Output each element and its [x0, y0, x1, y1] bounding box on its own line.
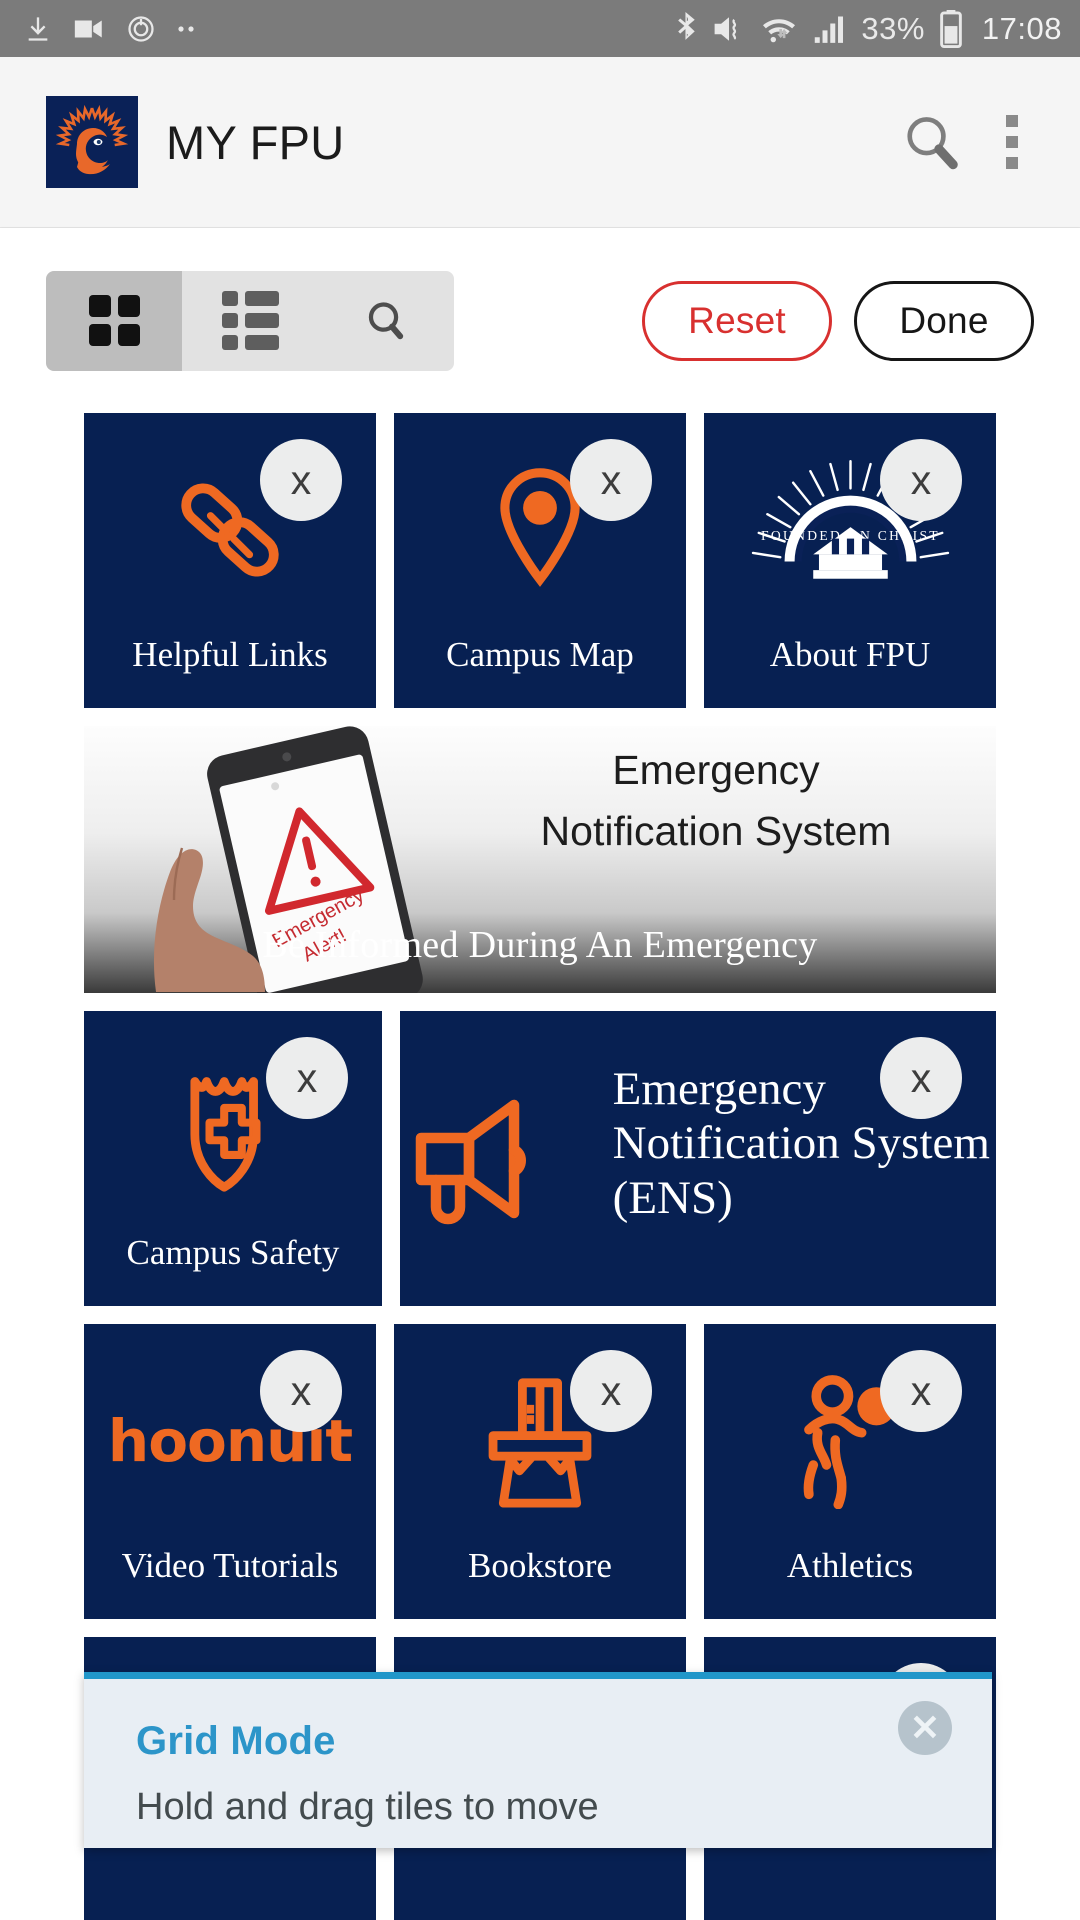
close-icon: x [910, 1054, 932, 1101]
video-recorder-icon [74, 20, 102, 37]
tile-label: Campus Map [446, 634, 634, 674]
tile-campus-map[interactable]: x Campus Map [394, 413, 686, 708]
view-mode-switch[interactable] [46, 270, 454, 371]
tile-label: Bookstore [468, 1545, 612, 1585]
toolbar-actions: Reset Done [642, 280, 1034, 361]
remove-tile-button[interactable]: x [880, 1350, 962, 1432]
remove-tile-button[interactable]: x [260, 1350, 342, 1432]
status-clock: 17:08 [981, 10, 1062, 46]
tile-row: x Helpful Links x Campus Map FOUNDED CHR… [0, 413, 1080, 708]
tile-helpful-links[interactable]: x Helpful Links [84, 413, 376, 708]
done-button[interactable]: Done [854, 280, 1034, 361]
remove-tile-button[interactable]: x [880, 439, 962, 521]
app-bar: MY FPU [0, 57, 1080, 228]
status-bar-right-icons: 33% 17:08 [675, 9, 1062, 48]
tile-emergency-notification-system[interactable]: Emergency Notification System (ENS) x [400, 1011, 996, 1306]
tile-bookstore[interactable]: x Bookstore [394, 1324, 686, 1619]
status-bar-left-icons [24, 14, 675, 44]
page-title: MY FPU [166, 115, 345, 169]
grid-view-icon [88, 295, 140, 346]
tile-athletics[interactable]: x Athletics [704, 1324, 996, 1619]
tile-row: x Campus Safety Emergency Notification S… [0, 1011, 1080, 1306]
tile-video-tutorials[interactable]: hoonuit x Video Tutorials [84, 1324, 376, 1619]
remove-tile-button[interactable]: x [880, 1037, 962, 1119]
megaphone-icon [400, 1084, 557, 1234]
edit-toolbar: Reset Done [0, 228, 1080, 413]
wifi-icon [763, 18, 796, 42]
view-mode-list-button[interactable] [182, 270, 318, 371]
close-icon[interactable]: ✕ [898, 1701, 952, 1755]
tooltip-body: Hold and drag tiles to move [136, 1786, 599, 1828]
tile-label: Athletics [786, 1545, 914, 1585]
tooltip-title: Grid Mode [136, 1719, 336, 1763]
list-view-icon [221, 291, 279, 350]
close-icon: x [296, 1054, 318, 1101]
tile-about-fpu[interactable]: FOUNDED ON CHRIST x About FPU [704, 413, 996, 708]
reset-button[interactable]: Reset [642, 280, 832, 361]
remove-tile-button[interactable]: x [266, 1037, 348, 1119]
battery-percent: 33% [861, 10, 925, 46]
close-icon: x [290, 456, 312, 503]
cellular-signal-icon [815, 16, 844, 43]
tile-campus-safety[interactable]: x Campus Safety [84, 1011, 382, 1306]
search-icon [368, 301, 404, 339]
bluetooth-icon [678, 11, 696, 40]
fpu-sunbird-logo [46, 96, 138, 188]
tile-label: About FPU [769, 634, 931, 674]
remove-tile-button[interactable]: x [260, 439, 342, 521]
status-bar: 33% 17:08 [0, 0, 1080, 57]
close-icon: x [290, 1367, 312, 1414]
battery-icon [940, 9, 962, 48]
more-dots-icon [178, 25, 194, 32]
close-icon: x [910, 1367, 932, 1414]
overflow-menu-icon[interactable] [974, 99, 1050, 185]
view-mode-search-button[interactable] [318, 270, 454, 371]
alarm-icon [128, 15, 154, 42]
remove-tile-button[interactable]: x [570, 1350, 652, 1432]
search-icon[interactable] [888, 99, 974, 185]
tile-row: hoonuit x Video Tutorials x Bookstore x … [0, 1324, 1080, 1619]
close-icon: x [600, 1367, 622, 1414]
mute-vibrate-icon [714, 16, 737, 41]
tile-label: Campus Safety [126, 1232, 340, 1272]
remove-tile-button[interactable]: x [570, 439, 652, 521]
view-mode-grid-button[interactable] [46, 270, 182, 371]
grid-mode-tooltip: Grid Mode Hold and drag tiles to move ✕ [84, 1672, 992, 1848]
tile-emergency-notification-banner[interactable]: Emergency Alert! Emergency Notification … [84, 726, 996, 993]
close-icon: x [910, 456, 932, 503]
tile-label: Helpful Links [132, 634, 328, 674]
download-icon [28, 16, 48, 41]
banner-subtitle: Be Informed During An Emergency [262, 924, 818, 966]
tile-label: Video Tutorials [121, 1545, 339, 1585]
close-icon: x [600, 456, 622, 503]
banner-title: Emergency Notification System [540, 747, 892, 854]
